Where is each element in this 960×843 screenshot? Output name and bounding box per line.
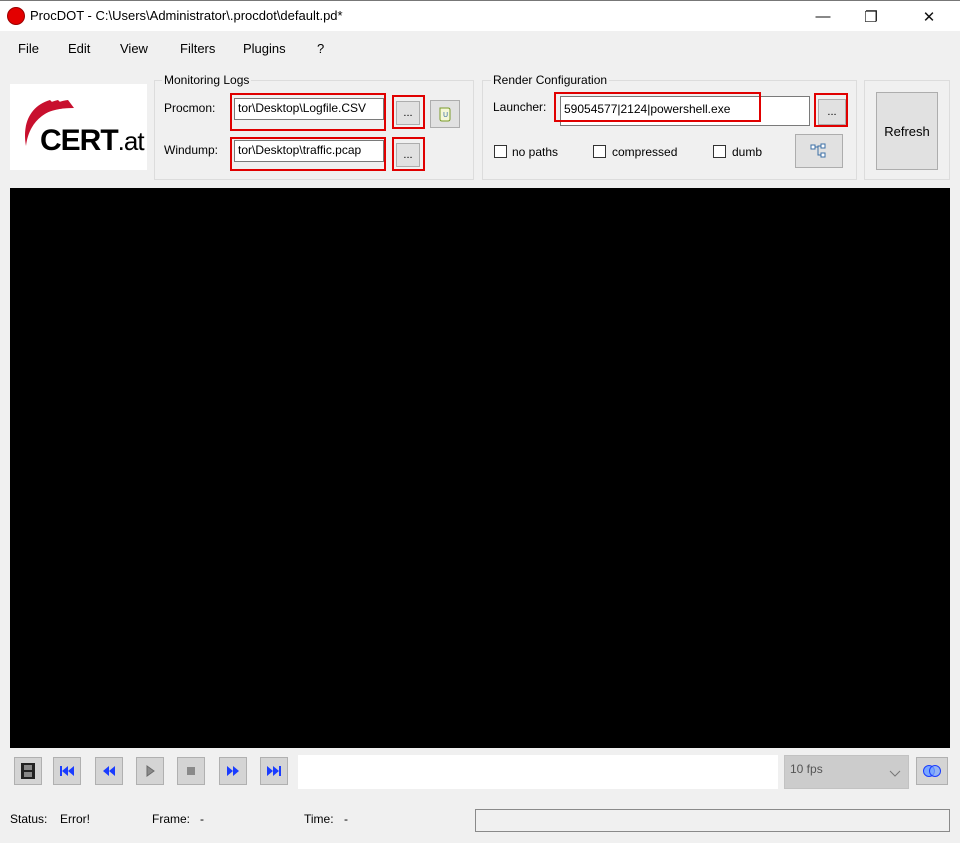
rewind-icon: [103, 766, 115, 776]
refresh-button[interactable]: Refresh: [876, 92, 938, 170]
menu-edit[interactable]: Edit: [68, 41, 90, 56]
status-label: Status:: [10, 812, 48, 826]
frame-label: Frame:: [152, 812, 191, 826]
dumb-label: dumb: [732, 145, 763, 159]
timeline-track[interactable]: [298, 755, 778, 789]
skip-to-start-icon: [60, 766, 74, 776]
minimize-button[interactable]: —: [800, 2, 846, 31]
script-icon: U: [439, 107, 451, 122]
windump-field-highlight: [230, 137, 386, 171]
chevron-down-icon: [889, 770, 901, 777]
progress-bar: [475, 809, 950, 832]
skip-to-end-icon: [267, 766, 281, 776]
graph-canvas[interactable]: [10, 188, 950, 748]
window-title: ProcDOT - C:\Users\Administrator\.procdo…: [30, 8, 343, 23]
time-value: -: [344, 812, 348, 826]
windump-label: Windump:: [164, 143, 219, 157]
edit-script-button[interactable]: U: [430, 100, 460, 128]
rewind-button[interactable]: [95, 757, 123, 785]
film-button[interactable]: [14, 757, 42, 785]
stop-button[interactable]: [177, 757, 205, 785]
frame-value: -: [200, 812, 204, 826]
compressed-label: compressed: [612, 145, 678, 159]
film-icon: [21, 763, 35, 779]
menu-plugins[interactable]: Plugins: [243, 41, 286, 56]
graph-icon: [810, 143, 826, 158]
logo-text-main: CERT: [40, 124, 119, 157]
dumb-checkbox[interactable]: [713, 145, 726, 158]
close-button[interactable]: ✕: [906, 2, 952, 31]
menu-filters[interactable]: Filters: [180, 41, 215, 56]
compressed-checkbox[interactable]: [593, 145, 606, 158]
menu-bar: File Edit View Filters Plugins ?: [0, 31, 960, 67]
windump-browse-highlight: [392, 137, 425, 171]
launcher-browse-highlight: [814, 93, 848, 127]
no-paths-label: no paths: [512, 145, 559, 159]
app-icon: [7, 7, 25, 25]
fast-forward-icon: [227, 766, 239, 776]
monitoring-logs-title: Monitoring Logs: [162, 73, 252, 87]
restore-button[interactable]: ❐: [848, 2, 894, 31]
first-frame-button[interactable]: [53, 757, 81, 785]
svg-text:U: U: [443, 111, 448, 119]
fps-value: 10 fps: [790, 762, 823, 776]
fast-forward-button[interactable]: [219, 757, 247, 785]
menu-help[interactable]: ?: [317, 41, 324, 56]
render-config-title: Render Configuration: [491, 73, 610, 87]
launcher-label: Launcher:: [493, 100, 547, 114]
graph-layout-button[interactable]: [795, 134, 843, 168]
overlap-circles-icon: [923, 765, 941, 777]
launcher-field-highlight: [554, 92, 761, 122]
procmon-browse-highlight: [392, 95, 425, 129]
logo-text: CERT.at: [40, 124, 145, 158]
play-button[interactable]: [136, 757, 164, 785]
status-value: Error!: [60, 812, 90, 826]
procmon-field-highlight: [230, 93, 386, 131]
procmon-label: Procmon:: [164, 101, 216, 115]
stop-icon: [187, 767, 195, 775]
menu-view[interactable]: View: [120, 41, 148, 56]
no-paths-checkbox[interactable]: [494, 145, 507, 158]
last-frame-button[interactable]: [260, 757, 288, 785]
cert-logo: CERT.at: [10, 84, 147, 170]
time-label: Time:: [304, 812, 334, 826]
fps-dropdown[interactable]: 10 fps: [784, 755, 909, 789]
menu-file[interactable]: File: [18, 41, 39, 56]
logo-text-suffix: .at: [117, 126, 145, 156]
play-icon: [146, 765, 155, 777]
title-bar: ProcDOT - C:\Users\Administrator\.procdo…: [0, 0, 960, 31]
overlay-button[interactable]: [916, 757, 948, 785]
